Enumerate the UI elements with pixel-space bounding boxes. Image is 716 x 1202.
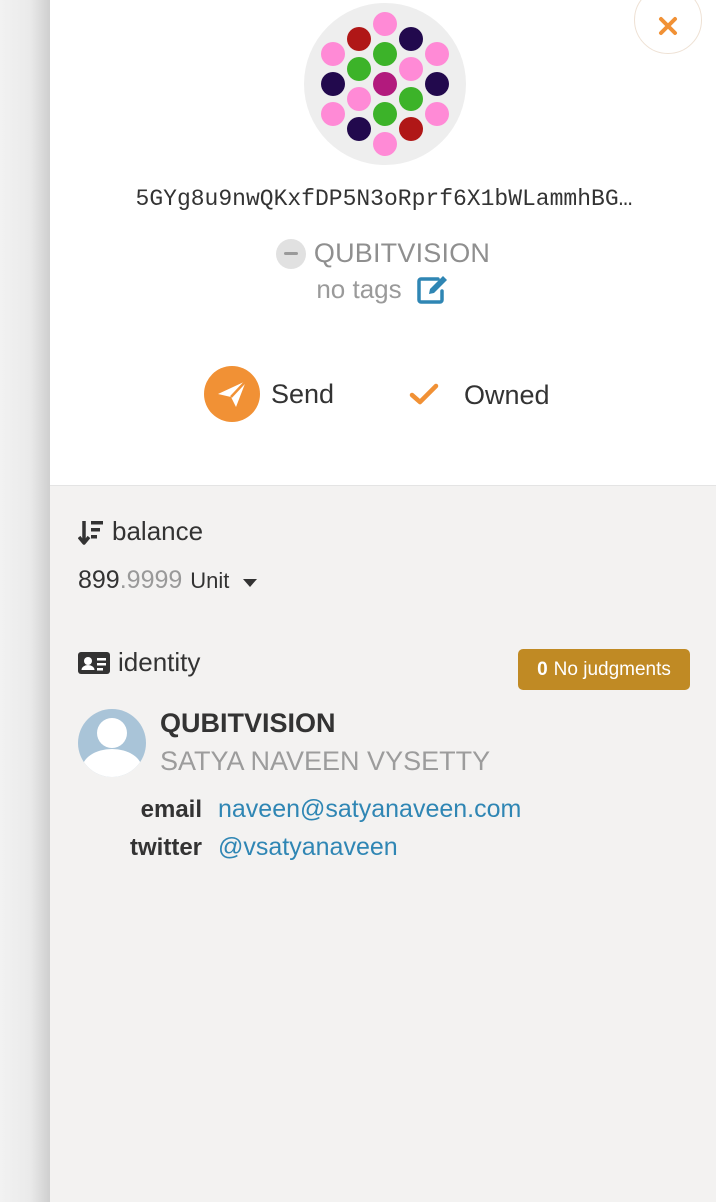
owned-status: Owned	[408, 366, 550, 424]
email-link[interactable]: naveen@satyanaveen.com	[218, 795, 521, 824]
caret-down-icon[interactable]	[243, 578, 258, 587]
account-identicon[interactable]	[304, 3, 466, 165]
judgments-badge: 0 No judgments	[518, 649, 690, 690]
balance-value[interactable]: 899 .9999 Unit	[78, 566, 258, 595]
identity-heading-label: identity	[118, 647, 201, 677]
account-name: QUBITVISION	[313, 238, 491, 268]
twitter-label: twitter	[130, 834, 202, 861]
identity-heading: identity	[78, 647, 200, 678]
send-icon-circle	[204, 366, 260, 422]
account-address[interactable]: 5GYg8u9nwQKxfDP5N3oRprf6X1bWLammhBG…	[78, 186, 690, 212]
close-icon	[659, 17, 677, 35]
judgments-count: 0	[537, 658, 548, 680]
identicon-icon	[321, 12, 449, 156]
account-header-section: 5GYg8u9nwQKxfDP5N3oRprf6X1bWLammhBG… QUB…	[50, 0, 716, 486]
judgments-label: No judgments	[553, 658, 671, 680]
balance-heading: balance	[78, 516, 203, 547]
identity-display-name: QUBITVISION	[160, 708, 336, 738]
close-button[interactable]	[634, 0, 702, 54]
id-card-icon	[78, 651, 110, 674]
balance-integer: 899	[78, 566, 120, 594]
tags-row: no tags	[50, 274, 716, 305]
paper-plane-icon	[218, 380, 247, 407]
balance-heading-label: balance	[112, 516, 204, 546]
account-actions: Send Owned	[50, 366, 716, 424]
twitter-link[interactable]: @vsatyanaveen	[218, 833, 398, 862]
user-avatar-icon	[82, 718, 142, 777]
owned-label: Owned	[464, 379, 550, 410]
sidebar-overlay-backdrop	[0, 0, 50, 1202]
minus-circle-icon	[275, 238, 306, 269]
balance-unit: Unit	[190, 568, 230, 593]
account-sidebar: 5GYg8u9nwQKxfDP5N3oRprf6X1bWLammhBG… QUB…	[50, 0, 716, 1202]
check-icon	[409, 383, 439, 405]
balance-decimal: .9999	[119, 566, 183, 594]
sort-amount-down-icon	[78, 520, 103, 545]
send-button[interactable]: Send	[204, 366, 334, 422]
email-label: email	[140, 796, 202, 823]
send-label: Send	[271, 378, 335, 409]
identity-avatar	[78, 709, 146, 777]
edit-icon[interactable]	[416, 275, 450, 305]
identity-legal-name: SATYA NAVEEN VYSETTY	[160, 746, 491, 776]
account-name-row: QUBITVISION	[50, 238, 716, 269]
tags-label: no tags	[316, 274, 402, 304]
